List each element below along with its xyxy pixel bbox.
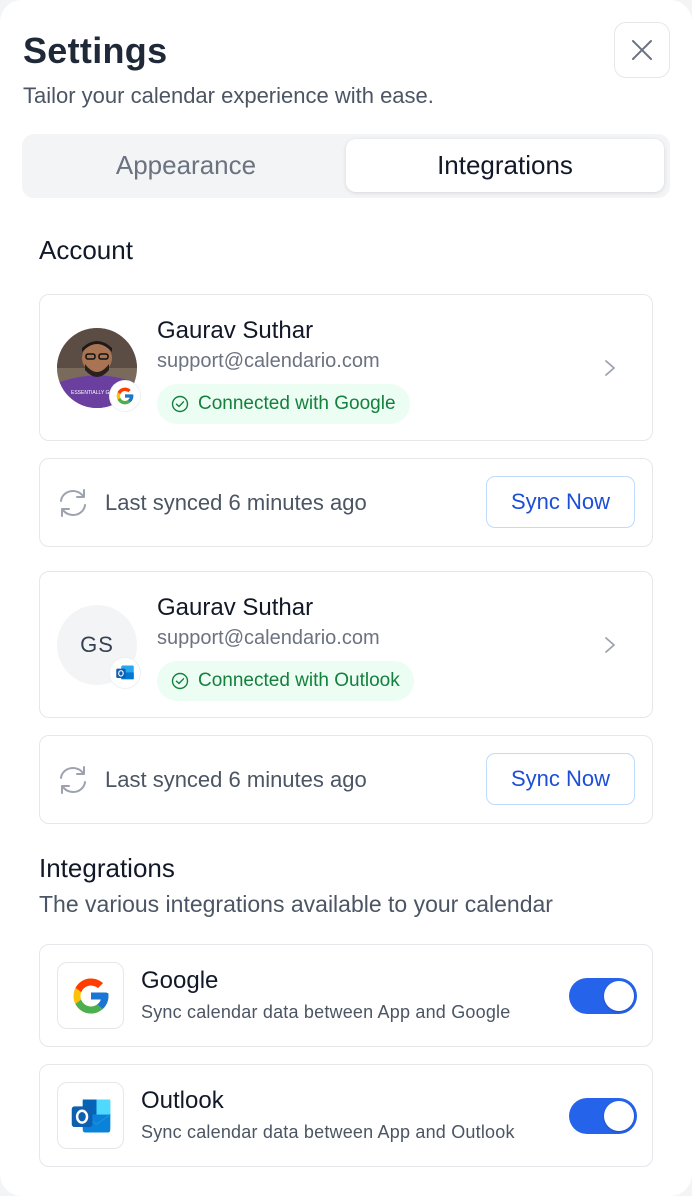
integration-name: Google	[141, 967, 219, 994]
status-text: Connected with Outlook	[198, 670, 400, 691]
account-email: support@calendario.com	[157, 627, 380, 649]
sync-icon	[60, 766, 86, 794]
chevron-right-icon	[605, 360, 615, 376]
sync-now-button[interactable]: Sync Now	[486, 476, 635, 528]
account-section-title: Account	[39, 235, 133, 265]
last-synced-text: Last synced 6 minutes ago	[105, 767, 367, 792]
account-card-outlook[interactable]: GS Gaurav Suthar support@calendario.com …	[39, 571, 653, 718]
integration-outlook: Outlook Sync calendar data between App a…	[39, 1064, 653, 1167]
check-circle-icon	[171, 395, 189, 413]
page-subtitle: Tailor your calendar experience with eas…	[23, 83, 434, 108]
google-icon	[57, 962, 124, 1029]
integration-description: Sync calendar data between App and Outlo…	[141, 1122, 515, 1142]
account-name: Gaurav Suthar	[157, 317, 314, 344]
status-badge: Connected with Google	[157, 384, 410, 424]
account-email: support@calendario.com	[157, 350, 380, 372]
tab-integrations[interactable]: Integrations	[346, 139, 664, 192]
chevron-right-icon	[605, 637, 615, 653]
integration-google: Google Sync calendar data between App an…	[39, 944, 653, 1047]
outlook-sync-toggle[interactable]	[569, 1098, 637, 1134]
outlook-icon	[57, 1082, 124, 1149]
close-icon	[632, 40, 652, 60]
settings-panel: Settings Tailor your calendar experience…	[0, 0, 692, 1196]
integrations-section-title: Integrations	[39, 853, 175, 883]
toggle-knob	[604, 981, 634, 1011]
sync-card-outlook: Last synced 6 minutes ago Sync Now	[39, 735, 653, 824]
page-title: Settings	[23, 30, 168, 71]
status-text: Connected with Google	[198, 393, 396, 414]
sync-card-google: Last synced 6 minutes ago Sync Now	[39, 458, 653, 547]
outlook-icon	[110, 658, 140, 688]
tab-appearance[interactable]: Appearance	[27, 139, 345, 192]
close-button[interactable]	[614, 22, 670, 78]
google-icon	[110, 381, 140, 411]
integrations-section-subtitle: The various integrations available to yo…	[39, 891, 553, 917]
tab-bar: Appearance Integrations	[22, 134, 670, 198]
account-card-google[interactable]: ESSENTIALLY GOOD Gaurav Suthar support@c…	[39, 294, 653, 441]
sync-now-button[interactable]: Sync Now	[486, 753, 635, 805]
status-badge: Connected with Outlook	[157, 661, 414, 701]
account-name: Gaurav Suthar	[157, 594, 314, 621]
integration-description: Sync calendar data between App and Googl…	[141, 1002, 511, 1022]
check-circle-icon	[171, 672, 189, 690]
last-synced-text: Last synced 6 minutes ago	[105, 490, 367, 515]
google-sync-toggle[interactable]	[569, 978, 637, 1014]
sync-icon	[60, 489, 86, 517]
toggle-knob	[604, 1101, 634, 1131]
integration-name: Outlook	[141, 1087, 224, 1114]
